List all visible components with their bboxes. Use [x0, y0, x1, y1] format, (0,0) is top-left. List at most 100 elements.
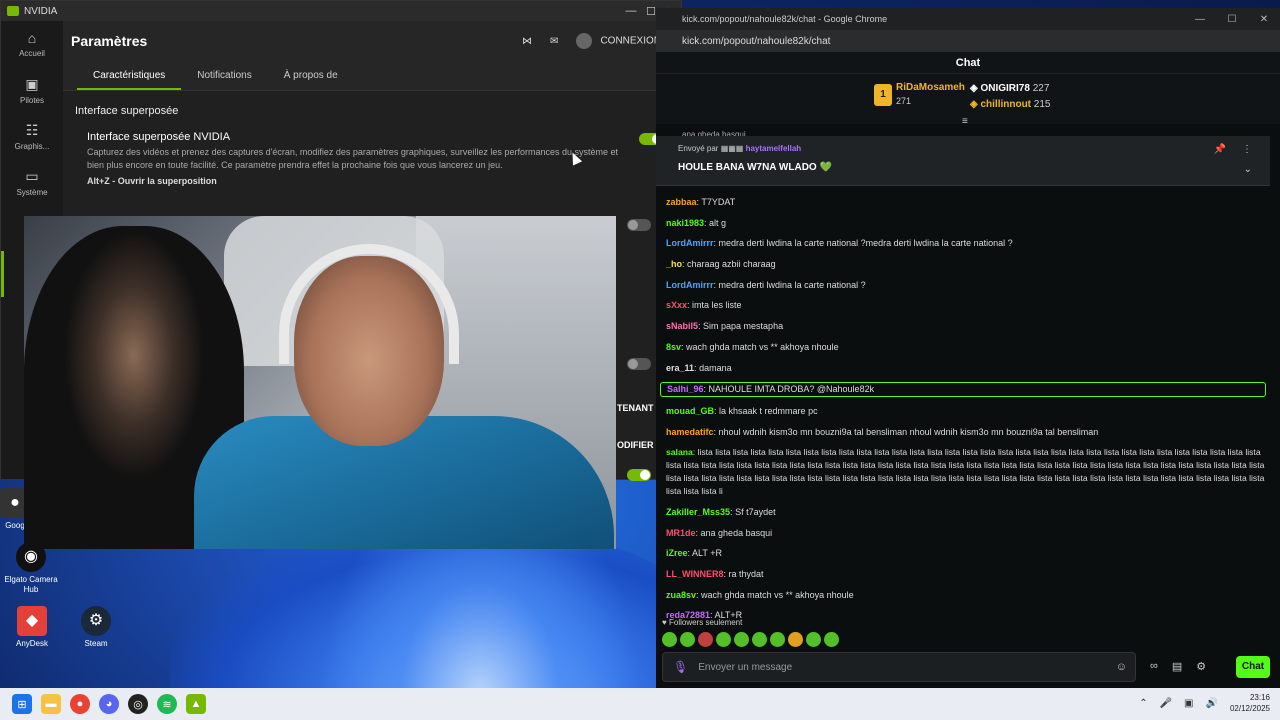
feedback-icon[interactable]: ✉ [550, 36, 558, 47]
chevron-down-icon[interactable]: ⌄ [1244, 164, 1252, 175]
pinned-sender[interactable]: haytamelfellah [746, 144, 802, 153]
chrome-window: kick.com/popout/nahoule82k/chat - Google… [656, 8, 1280, 688]
chat-username[interactable]: LL_WINNER8 [666, 569, 724, 579]
emote[interactable] [734, 632, 749, 647]
network-icon[interactable]: ▣ [1184, 698, 1193, 709]
chat-text: wach ghda match vs ** akhoya nhoule [686, 341, 839, 352]
sidebar-item-label: Système [16, 187, 48, 197]
file-explorer-icon[interactable]: ▬ [41, 694, 61, 714]
chat-message: hamedatifc: nhoul wdnih kism3o mn bouzni… [666, 426, 1266, 439]
chevron-up-icon[interactable]: ⌃ [1139, 698, 1147, 709]
setting-toggle-3[interactable] [627, 358, 651, 370]
chat-username[interactable]: LordAmirrr [666, 238, 714, 248]
chat-username[interactable]: Salhi_96 [667, 384, 704, 394]
obs-icon[interactable]: ◎ [128, 694, 148, 714]
chat-message: sXxx: imta les liste [666, 299, 1266, 312]
chat-username[interactable]: Zakiller_Mss35 [666, 507, 730, 517]
partial-button-1[interactable]: TENANT [617, 403, 654, 413]
emote[interactable] [824, 632, 839, 647]
connexion-button[interactable]: CONNEXION [576, 33, 661, 49]
setting-toggle-4[interactable] [627, 469, 651, 481]
chat-text: Sim papa mestapha [703, 321, 784, 332]
clock[interactable]: 23:16 02/12/2025 [1230, 692, 1270, 714]
chat-message: era_11: damana [666, 362, 1266, 375]
microphone-icon[interactable]: 🎙 [673, 660, 688, 674]
partial-button-2[interactable]: ODIFIER [617, 440, 654, 450]
leader-3-name[interactable]: ◈ chillinnout 215 [970, 99, 1050, 110]
desktop-icon-label: AnyDesk [15, 639, 48, 648]
expand-leaderboard-icon[interactable]: ≡ [962, 116, 968, 127]
store-icon[interactable]: ▤ [1172, 660, 1182, 673]
discord-icon[interactable]: ◕ [99, 694, 119, 714]
leader-1-name[interactable]: RiDaMosameh [896, 82, 965, 93]
chat-message: reda72881: ALT+R [666, 609, 1266, 622]
minimize-icon[interactable]: — [1184, 14, 1216, 25]
drivers-icon: ▣ [25, 75, 39, 92]
message-input[interactable]: 🎙 Envoyer un message ☺ [662, 652, 1136, 682]
maximize-icon[interactable]: ☐ [1216, 14, 1248, 25]
chat-username[interactable]: zua8sv [666, 590, 696, 600]
share-icon[interactable]: ⋈ [522, 36, 532, 47]
tab-notifications[interactable]: Notifications [181, 61, 267, 90]
sidebar-item-graphics[interactable]: ☷ Graphis... [1, 113, 63, 159]
send-chat-button[interactable]: Chat [1236, 656, 1270, 678]
setting-toggle-2[interactable] [627, 219, 651, 231]
emote[interactable] [788, 632, 803, 647]
tab-about[interactable]: À propos de [268, 61, 354, 90]
emote[interactable] [806, 632, 821, 647]
chat-username[interactable]: salana [666, 447, 693, 457]
chat-username[interactable]: LordAmirrr [666, 280, 714, 290]
emote[interactable] [698, 632, 713, 647]
emote[interactable] [662, 632, 677, 647]
sidebar-item-home[interactable]: ⌂ Accueil [1, 21, 63, 67]
sidebar-item-system[interactable]: ▭ Système [1, 159, 63, 205]
volume-icon[interactable]: 🔊 [1206, 698, 1218, 709]
chat-username[interactable]: hamedatifc [666, 427, 714, 437]
taskbar: ⊞ ▬ ● ◕ ◎ ≋ ▲ ⌃ 🎤 ▣ 🔊 23:16 02/12/2025 [0, 688, 1280, 720]
nvidia-app-icon[interactable]: ▲ [186, 694, 206, 714]
close-icon[interactable]: ✕ [1248, 14, 1280, 25]
chat-message: MR1de: ana gheda basqui [666, 527, 1266, 540]
minimize-icon[interactable]: — [621, 5, 641, 18]
chat-username[interactable]: iZree [666, 548, 688, 558]
desktop-icon-elgato[interactable]: ◉ Elgato Camera Hub [0, 542, 66, 595]
emote[interactable] [680, 632, 695, 647]
desktop-icon-steam[interactable]: ⚙ Steam [61, 606, 131, 649]
desktop-icon-label: Elgato Camera Hub [4, 575, 58, 594]
leader-count: 215 [1033, 99, 1051, 110]
emote-bar [662, 632, 839, 647]
leader-name: ONIGIRI78 [980, 83, 1030, 94]
chat-username[interactable]: era_11 [666, 363, 694, 373]
chat-username[interactable]: sXxx [666, 300, 687, 310]
nvidia-header: Paramètres ⋈ ✉ CONNEXION [63, 21, 681, 61]
emoji-icon[interactable]: ☺ [1116, 661, 1127, 673]
chat-username[interactable]: mouad_GB [666, 406, 714, 416]
tab-features[interactable]: Caractéristiques [77, 61, 182, 90]
chat-username[interactable]: MR1de [666, 528, 696, 538]
pin-icon[interactable]: 📌 [1214, 144, 1226, 155]
emote[interactable] [716, 632, 731, 647]
desktop-icon-anydesk[interactable]: ◆ AnyDesk [0, 606, 67, 649]
spotify-icon[interactable]: ≋ [157, 694, 177, 714]
windows-start-icon[interactable]: ⊞ [12, 694, 32, 714]
leader-2-name[interactable]: ◈ ONIGIRI78 227 [970, 83, 1049, 94]
more-options-icon[interactable]: ⋮ [1242, 144, 1252, 155]
chat-username[interactable]: zabbaa [666, 197, 697, 207]
chat-username[interactable]: naki1983 [666, 218, 704, 228]
emote[interactable] [752, 632, 767, 647]
kicks-icon[interactable]: ∞ [1150, 660, 1158, 673]
chat-message: salana: lista lista lista lista lista li… [666, 446, 1266, 498]
emote[interactable] [770, 632, 785, 647]
sidebar-item-drivers[interactable]: ▣ Pilotes [1, 67, 63, 113]
chat-username[interactable]: _ho [666, 259, 682, 269]
chat-message: iZree: ALT +R [666, 547, 1266, 560]
gift-leaderboard: 1 RiDaMosameh 271 ◈ ONIGIRI78 227 ◈ chil… [656, 74, 1280, 127]
message-placeholder: Envoyer un message [698, 661, 793, 673]
chat-username[interactable]: sNabil5 [666, 321, 698, 331]
chat-message: LordAmirrr: medra derti lwdina la carte … [666, 237, 1266, 250]
chrome-icon[interactable]: ● [70, 694, 90, 714]
address-bar[interactable]: kick.com/popout/nahoule82k/chat [656, 30, 1280, 52]
microphone-icon[interactable]: 🎤 [1160, 698, 1172, 709]
chat-username[interactable]: 8sv [666, 342, 681, 352]
gear-icon[interactable]: ⚙ [1196, 660, 1206, 673]
